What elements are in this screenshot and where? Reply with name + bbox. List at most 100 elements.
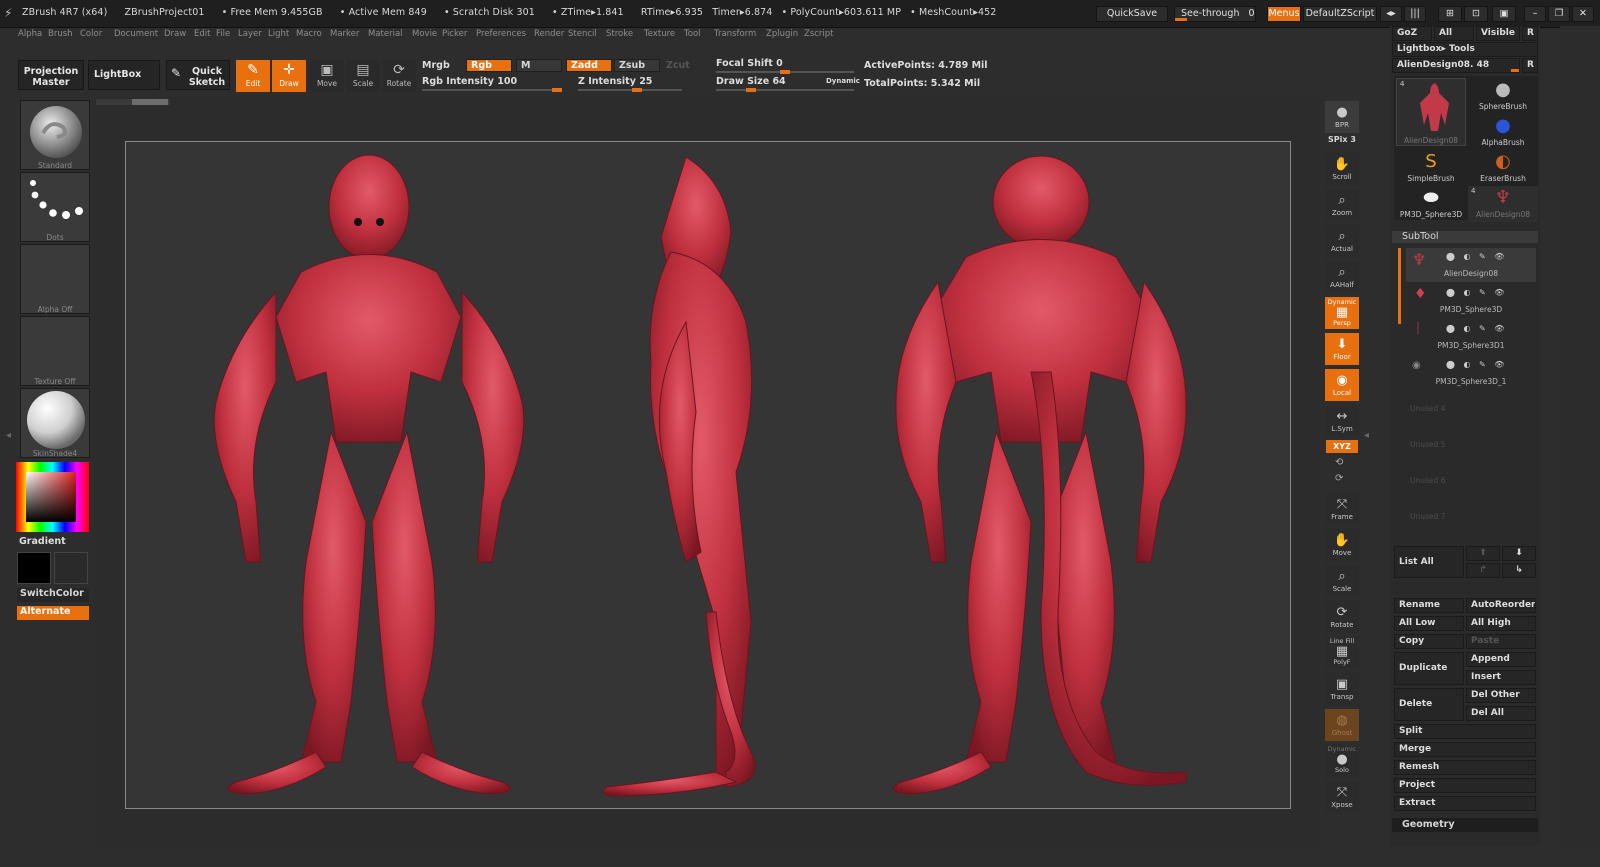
paste-button[interactable]: Paste <box>1466 634 1536 649</box>
all-high-button[interactable]: All High <box>1466 616 1536 631</box>
subtool-row-sphere[interactable]: ♦ ⬤ ◐ ✎ 👁 PM3D_Sphere3D <box>1406 284 1536 318</box>
switchcolor-button[interactable]: SwitchColor <box>17 588 89 602</box>
panel-collapse-icon[interactable]: ◂ <box>1364 430 1370 452</box>
del-other-button[interactable]: Del Other <box>1466 688 1536 703</box>
menu-texture[interactable]: Texture <box>644 29 675 39</box>
m-button[interactable]: M <box>516 59 562 72</box>
ghost-button[interactable]: ◍ Ghost <box>1325 709 1359 741</box>
minimize-icon[interactable]: – <box>1524 6 1546 22</box>
layout-alt-icon[interactable]: ⊡ <box>1464 6 1488 22</box>
edit-button[interactable]: ✎ Edit <box>236 60 270 92</box>
focal-shift-slider[interactable]: Focal Shift 0 <box>716 58 783 69</box>
persp-button[interactable]: Dynamic ▦ Persp <box>1325 297 1359 329</box>
subtool-row-sphere1[interactable]: | ⬤ ◐ ✎ 👁 PM3D_Sphere3D1 <box>1406 320 1536 354</box>
menu-stroke[interactable]: Stroke <box>606 29 633 39</box>
gradient-button[interactable]: Gradient <box>19 536 66 547</box>
subtool-toggles[interactable]: ⬤ ◐ ✎ 👁 <box>1446 252 1507 261</box>
move-button[interactable]: ▣ Move <box>310 60 344 92</box>
autoreorder-button[interactable]: AutoReorder <box>1466 598 1536 613</box>
polyf-button[interactable]: Line Fill ▦ PolyF <box>1325 637 1359 669</box>
draw-button[interactable]: ✛ Draw <box>272 60 306 92</box>
move-view-button[interactable]: ✋ Move <box>1325 529 1359 561</box>
r-button[interactable]: R <box>1522 26 1538 41</box>
all-button[interactable]: All <box>1434 26 1474 41</box>
z-intensity-track[interactable] <box>578 88 682 92</box>
scale-button[interactable]: ▤ Scale <box>346 60 380 92</box>
menu-material[interactable]: Material <box>368 29 403 39</box>
menu-marker[interactable]: Marker <box>330 29 359 39</box>
default-zscript-button[interactable]: DefaultZScript <box>1303 6 1377 22</box>
secondary-color-swatch[interactable] <box>54 552 88 584</box>
close-icon[interactable]: ✕ <box>1572 6 1594 22</box>
menu-document[interactable]: Document <box>114 29 158 39</box>
stroke-thumbnail[interactable] <box>20 172 90 242</box>
document-view[interactable] <box>125 141 1291 809</box>
zadd-button[interactable]: Zadd <box>566 59 612 72</box>
del-all-button[interactable]: Del All <box>1466 706 1536 721</box>
menu-zscript[interactable]: Zscript <box>804 29 834 39</box>
lightbox-button[interactable]: LightBox <box>88 60 160 90</box>
draw-size-track[interactable] <box>716 88 854 92</box>
rotate-y-icon[interactable]: ⟲ <box>1335 457 1343 468</box>
move-down-icon[interactable]: ⬇ <box>1502 546 1536 561</box>
subtool-scrollbar[interactable] <box>1398 248 1401 324</box>
tool-alien-design[interactable]: 4 AlienDesign08 <box>1396 78 1466 146</box>
projection-master-button[interactable]: Projection Master <box>18 60 84 90</box>
solo-button[interactable]: Dynamic ● Solo <box>1325 745 1359 777</box>
remesh-button[interactable]: Remesh <box>1394 760 1536 775</box>
menu-light[interactable]: Light <box>268 29 289 39</box>
alien-sculpt-views[interactable] <box>126 142 1292 810</box>
subtool-toggles[interactable]: ⬤ ◐ ✎ 👁 <box>1446 324 1507 333</box>
menu-alpha[interactable]: Alpha <box>18 29 42 39</box>
quick-sketch-button[interactable]: ✎ Quick Sketch <box>166 60 230 90</box>
alpha-thumbnail[interactable] <box>20 244 90 314</box>
menu-preferences[interactable]: Preferences <box>476 29 526 39</box>
menu-stencil[interactable]: Stencil <box>568 29 597 39</box>
subtool-row-sphere-1[interactable]: ◉ ⬤ ◐ ✎ 👁 PM3D_Sphere3D_1 <box>1406 356 1536 390</box>
scale-view-button[interactable]: ⌕ Scale <box>1325 565 1359 597</box>
layout-switch-icon[interactable]: ⊞ <box>1438 6 1462 22</box>
texture-thumbnail[interactable] <box>20 316 90 386</box>
zoom-button[interactable]: ⌕ Zoom <box>1325 189 1359 221</box>
zcut-button[interactable]: Zcut <box>666 60 690 71</box>
visible-button[interactable]: Visible <box>1476 26 1520 41</box>
rename-button[interactable]: Rename <box>1394 598 1464 613</box>
dynamic-toggle[interactable]: Dynamic <box>826 77 860 85</box>
menu-layer[interactable]: Layer <box>238 29 262 39</box>
tool-sphere-brush[interactable]: ● SphereBrush <box>1468 78 1538 114</box>
insert-button[interactable]: Insert <box>1466 670 1536 685</box>
alternate-button[interactable]: Alternate <box>17 606 89 620</box>
geometry-header[interactable]: Geometry <box>1392 818 1538 832</box>
tool-alpha-brush[interactable]: ● AlphaBrush <box>1468 114 1538 150</box>
move-first-icon[interactable]: ↱ <box>1466 563 1500 578</box>
scroll-button[interactable]: ✋ Scroll <box>1325 153 1359 185</box>
duplicate-button[interactable]: Duplicate <box>1394 652 1464 685</box>
menu-picker[interactable]: Picker <box>442 29 467 39</box>
xyz-button[interactable]: XYZ <box>1326 440 1358 453</box>
left-panel-collapse-icon[interactable]: ◂ <box>6 430 12 452</box>
rgb-intensity-slider[interactable]: Rgb Intensity 100 <box>422 76 517 87</box>
aahalf-button[interactable]: ⌕ AAHalf <box>1325 261 1359 293</box>
floor-button[interactable]: ⬇ Floor <box>1325 333 1359 365</box>
project-button[interactable]: Project <box>1394 778 1536 793</box>
quicksave-button[interactable]: QuickSave <box>1096 6 1168 22</box>
ui-layout-icon[interactable]: ||| <box>1404 6 1426 22</box>
move-last-icon[interactable]: ↳ <box>1502 563 1536 578</box>
transp-button[interactable]: ▣ Transp <box>1325 673 1359 705</box>
list-all-button[interactable]: List All <box>1394 546 1464 578</box>
subtool-toggles[interactable]: ⬤ ◐ ✎ 👁 <box>1446 288 1507 297</box>
see-through-slider[interactable]: See-through 0 <box>1174 6 1256 22</box>
zsub-button[interactable]: Zsub <box>614 59 660 72</box>
rotate-view-button[interactable]: ⟳ Rotate <box>1325 601 1359 633</box>
brush-thumbnail[interactable] <box>20 100 90 170</box>
menu-color[interactable]: Color <box>80 29 102 39</box>
lock-icon[interactable]: ▣ <box>1492 6 1516 22</box>
draw-size-slider[interactable]: Draw Size 64 <box>716 76 786 87</box>
local-button[interactable]: ◉ Local <box>1325 369 1359 401</box>
subtool-row-alien[interactable]: ♆ ⬤ ◐ ✎ 👁 AlienDesign08 <box>1406 248 1536 282</box>
tool-r-button[interactable]: R <box>1522 58 1538 73</box>
menus-button[interactable]: Menus <box>1267 6 1301 22</box>
spix-slider[interactable]: SPix 3 <box>1325 135 1359 144</box>
focal-shift-track[interactable] <box>716 70 854 74</box>
subtool-toggles[interactable]: ⬤ ◐ ✎ 👁 <box>1446 360 1507 369</box>
